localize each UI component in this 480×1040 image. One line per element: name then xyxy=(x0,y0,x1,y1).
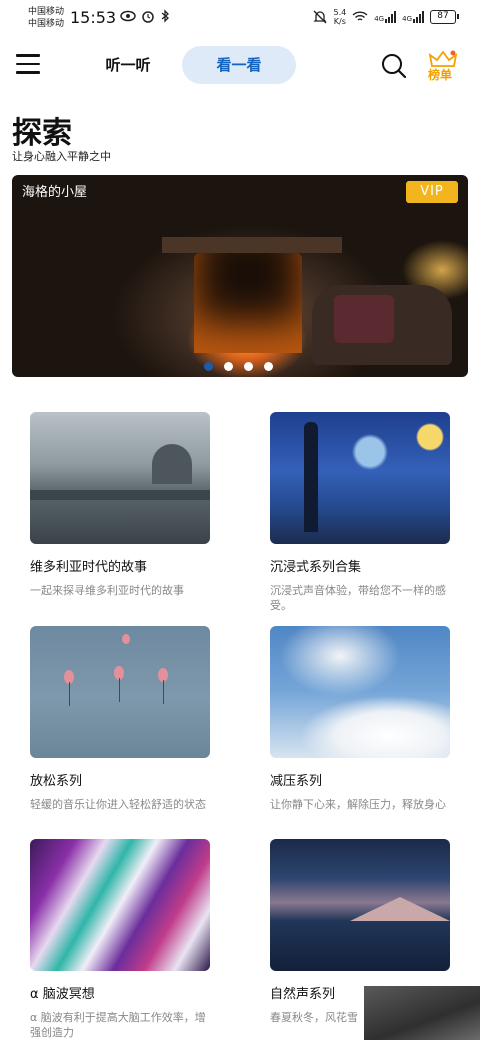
mute-icon xyxy=(313,10,328,24)
menu-icon[interactable] xyxy=(16,54,40,76)
tab-watch[interactable]: 看一看 xyxy=(182,46,296,84)
battery-indicator: 87 xyxy=(430,10,459,24)
signal-1: 4G xyxy=(374,11,397,23)
card-description: 一起来探寻维多利亚时代的故事 xyxy=(30,584,184,597)
category-card[interactable]: 沉浸式系列合集 沉浸式声音体验，带给您不一样的感受。 xyxy=(270,412,450,613)
eye-icon xyxy=(120,10,136,22)
category-card[interactable]: α 脑波冥想 α 脑波有利于提高大脑工作效率，增强创造力 xyxy=(30,839,210,1040)
tab-listen[interactable]: 听一听 xyxy=(86,46,170,84)
card-description: 轻缓的音乐让你进入轻松舒适的状态 xyxy=(30,798,206,811)
card-image xyxy=(270,412,450,544)
net-speed-unit: K/s xyxy=(333,17,346,26)
card-image xyxy=(270,626,450,758)
wifi-icon xyxy=(352,11,368,21)
carrier-2: 中国移动 xyxy=(28,19,65,29)
top-nav: 听一听 看一看 榜单 xyxy=(0,44,480,88)
signal-bars-icon xyxy=(385,11,397,23)
bluetooth-icon xyxy=(161,9,169,23)
carrier-1: 中国移动 xyxy=(28,7,65,17)
carousel-dot[interactable] xyxy=(264,362,273,371)
signal-1-label: 4G xyxy=(374,15,385,23)
carousel-dot[interactable] xyxy=(224,362,233,371)
card-image xyxy=(30,626,210,758)
status-left-icons xyxy=(120,9,170,23)
alarm-icon xyxy=(142,11,154,23)
rank-label: 榜单 xyxy=(428,68,453,82)
status-right-icons: 5.4 K/s 4G 4G 87 xyxy=(313,8,459,26)
card-title: α 脑波冥想 xyxy=(30,987,95,1002)
signal-2: 4G xyxy=(402,11,424,23)
search-icon[interactable] xyxy=(380,52,408,80)
floating-thumbnail xyxy=(364,986,480,1040)
net-speed-value: 5.4 xyxy=(333,8,347,17)
banner-cushion xyxy=(334,295,394,343)
page-title: 探索 xyxy=(12,116,72,151)
status-bar: 中国移动 中国移动 15:53 5.4 K/s 4G 4G 87 xyxy=(0,0,480,36)
banner-image-detail xyxy=(162,237,342,253)
carousel-dots xyxy=(204,362,273,371)
category-card[interactable]: 维多利亚时代的故事 一起来探寻维多利亚时代的故事 xyxy=(30,412,210,598)
signal-bars-icon xyxy=(413,11,424,23)
status-time: 15:53 xyxy=(70,8,117,27)
card-image xyxy=(30,839,210,971)
card-title: 维多利亚时代的故事 xyxy=(30,560,148,575)
card-image xyxy=(270,839,450,971)
card-description: 让你静下心来，解除压力，释放身心 xyxy=(270,798,446,811)
card-title: 减压系列 xyxy=(270,774,323,789)
banner-title: 海格的小屋 xyxy=(22,185,88,200)
signal-2-label: 4G xyxy=(402,15,412,23)
category-card[interactable]: 减压系列 让你静下心来，解除压力，释放身心 xyxy=(270,626,450,812)
rank-button[interactable]: 榜单 xyxy=(426,50,460,86)
card-title: 沉浸式系列合集 xyxy=(270,560,362,575)
carrier-info: 中国移动 中国移动 xyxy=(28,6,64,30)
card-image xyxy=(30,412,210,544)
card-description: 沉浸式声音体验，带给您不一样的感受。 xyxy=(270,584,446,612)
page-subtitle: 让身心融入平静之中 xyxy=(12,150,111,163)
category-card[interactable]: 放松系列 轻缓的音乐让你进入轻松舒适的状态 xyxy=(30,626,210,812)
vip-badge: VIP xyxy=(406,181,458,203)
carousel-dot[interactable] xyxy=(244,362,253,371)
card-description: α 脑波有利于提高大脑工作效率，增强创造力 xyxy=(30,1011,206,1039)
featured-banner[interactable]: 海格的小屋 VIP xyxy=(12,175,468,377)
banner-fireplace xyxy=(194,253,302,353)
net-speed: 5.4 K/s xyxy=(333,8,346,26)
card-title: 放松系列 xyxy=(30,774,83,789)
carousel-dot[interactable] xyxy=(204,362,213,371)
